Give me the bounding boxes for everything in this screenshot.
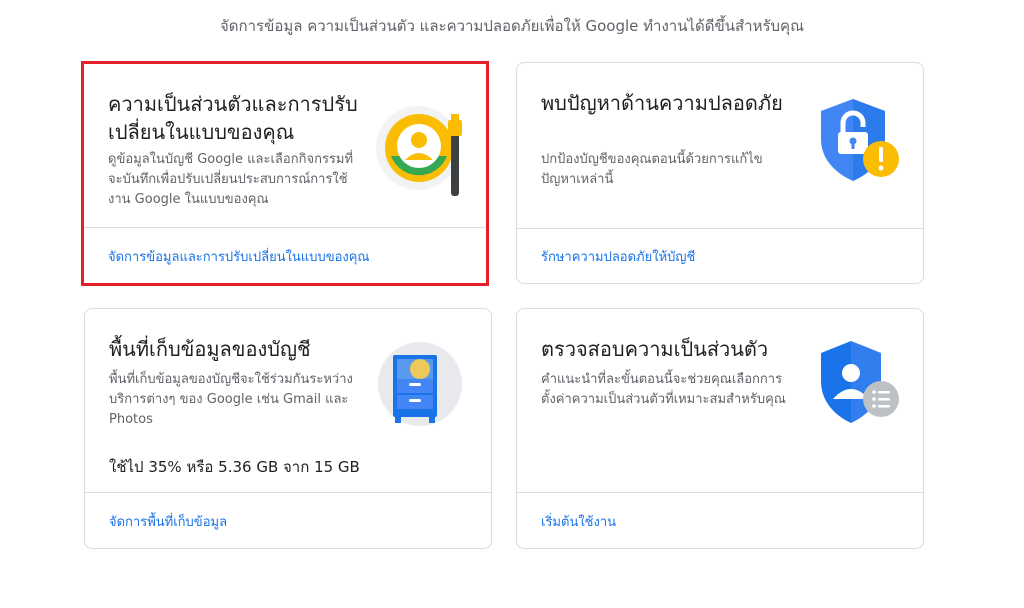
card-title: ความเป็นส่วนตัวและการปรับเปลี่ยนในแบบของ… <box>108 92 358 144</box>
card-divider <box>517 492 923 493</box>
manage-data-personalization-link[interactable]: จัดการข้อมูลและการปรับเปลี่ยนในแบบของคุณ <box>108 246 370 267</box>
card-divider <box>85 492 491 493</box>
card-description: ปกป้องบัญชีของคุณตอนนี้ด้วยการแก้ไขปัญหา… <box>541 152 763 187</box>
card-divider <box>84 227 486 228</box>
get-started-link[interactable]: เริ่มต้นใช้งาน <box>541 511 616 532</box>
card-description: พื้นที่เก็บข้อมูลของบัญชีจะใช้ร่วมกันระห… <box>109 372 353 427</box>
manage-storage-link[interactable]: จัดการพื้นที่เก็บข้อมูล <box>109 511 227 532</box>
storage-cabinet-icon <box>378 342 462 426</box>
privacy-checkup-icon <box>821 341 899 423</box>
card-description: ดูข้อมูลในบัญชี Google และเลือกกิจกรรมที… <box>108 152 354 207</box>
card-divider <box>517 228 923 229</box>
page-subtitle: จัดการข้อมูล ความเป็นส่วนตัว และความปลอด… <box>220 17 804 35</box>
card-title: พื้นที่เก็บข้อมูลของบัญชี <box>109 337 311 361</box>
secure-account-link[interactable]: รักษาความปลอดภัยให้บัญชี <box>541 246 695 267</box>
card-title: พบปัญหาด้านความปลอดภัย <box>541 91 783 115</box>
storage-usage-text: ใช้ไป 35% หรือ 5.36 GB จาก 15 GB <box>109 458 360 476</box>
card-title: ตรวจสอบความเป็นส่วนตัว <box>541 337 769 361</box>
privacy-checkup-card: ตรวจสอบความเป็นส่วนตัว คำแนะนำที่ละขั้นต… <box>516 308 924 549</box>
privacy-personalization-card: ความเป็นส่วนตัวและการปรับเปลี่ยนในแบบของ… <box>81 61 489 286</box>
account-storage-card: พื้นที่เก็บข้อมูลของบัญชี พื้นที่เก็บข้อ… <box>84 308 492 549</box>
security-issues-card: พบปัญหาด้านความปลอดภัย ปกป้องบัญชีของคุณ… <box>516 62 924 284</box>
security-issue-icon <box>821 99 899 181</box>
privacy-personalization-icon <box>376 106 462 196</box>
card-description: คำแนะนำที่ละขั้นตอนนี้จะช่วยคุณเลือกการต… <box>541 372 786 407</box>
